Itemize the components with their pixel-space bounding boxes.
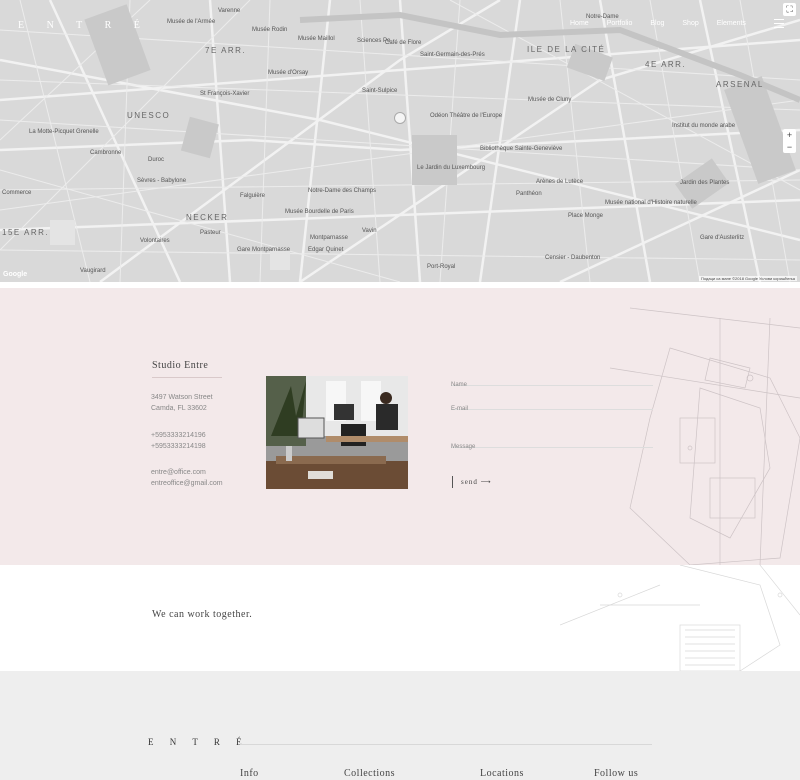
map-attribution[interactable]: Подаци са мапе ©2018 Google Услови кориш… (699, 276, 797, 281)
email-2[interactable]: entreoffice@gmail.com (151, 478, 223, 489)
map-label: Port-Royal (427, 264, 456, 270)
nav-item-blog[interactable]: Blog (650, 20, 664, 27)
map-label: St François-Xavier (200, 91, 250, 97)
google-logo[interactable]: Google (3, 271, 27, 278)
map-label: 4E ARR. (645, 60, 687, 69)
map-label: ARSENAL (716, 80, 764, 89)
map-label: La Motte-Picquet Grenelle (29, 129, 99, 135)
map-label: Vavin (362, 228, 377, 234)
nav-item-portfolio[interactable]: Portfolio (607, 20, 633, 27)
email-block: entre@office.com entreoffice@gmail.com (151, 467, 223, 489)
phone-block: +5953333214196 +5953333214198 (151, 430, 206, 452)
map-label: Café de Flore (385, 40, 422, 46)
map-label: Vaugirard (80, 268, 106, 274)
zoom-in-button[interactable]: + (783, 129, 796, 141)
message-placeholder: Message (451, 444, 476, 450)
nav-item-elements[interactable]: Elements (717, 20, 746, 27)
map-label: Sèvres - Babylone (137, 178, 187, 184)
footer-col-locations: Locations (480, 768, 524, 779)
map-label: ILE DE LA CITÉ (527, 45, 606, 54)
address-block: 3497 Watson Street Camda, FL 33602 (151, 392, 213, 414)
map[interactable]: Varenne Musée de l'Armée Musée Rodin Musée … (0, 0, 800, 282)
address-line-2: Camda, FL 33602 (151, 405, 207, 412)
map-label: Place Monge (568, 213, 604, 219)
map-label: Bibliothèque Sainte-Geneviève (480, 146, 563, 152)
map-label: Jardin des Plantes (680, 180, 730, 186)
zoom-out-button[interactable]: − (783, 141, 796, 153)
zoom-control: + − (783, 129, 796, 153)
map-label: Musée d'Orsay (268, 70, 309, 76)
footer-divider (240, 744, 652, 745)
map-label: Cambronne (90, 150, 122, 156)
name-field[interactable]: Name (451, 373, 653, 388)
message-field[interactable]: Message (451, 435, 653, 450)
map-label: 15E ARR. (2, 228, 50, 237)
map-label: Volontaires (140, 238, 170, 244)
email-field[interactable]: E-mail (451, 397, 653, 412)
map-label: Arènes de Lutèce (536, 179, 584, 185)
blueprint-decoration (609, 307, 800, 565)
address-line-1: 3497 Watson Street (151, 394, 213, 401)
fullscreen-button[interactable]: ⛶ (783, 3, 796, 16)
map-label: Edgar Quinet (308, 247, 344, 253)
phone-1[interactable]: +5953333214196 (151, 430, 206, 441)
map-label: Saint-Germain-des-Prés (420, 52, 485, 58)
map-label: Notre-Dame des Champs (308, 188, 377, 194)
map-label: Musée national d'Histoire naturelle (605, 200, 697, 206)
email-1[interactable]: entre@office.com (151, 467, 223, 478)
map-label: Montparnasse (310, 235, 349, 241)
map-label: Duroc (148, 157, 165, 163)
map-label: Musée Rodin (252, 27, 288, 33)
footer: E N T R É Info Collections Locations Fol… (0, 671, 800, 780)
footer-col-follow-us: Follow us (594, 768, 639, 779)
map-label: Odéon Théâtre de l'Europe (430, 113, 503, 119)
map-label: Saint-Sulpice (362, 88, 398, 94)
map-label: Censier - Daubenton (545, 255, 601, 261)
map-label: NECKER (186, 213, 229, 222)
map-label: Panthéon (516, 191, 542, 197)
footer-logo[interactable]: E N T R É (148, 737, 249, 747)
footer-col-info: Info (240, 768, 259, 779)
map-label: Musée de Cluny (528, 97, 572, 103)
map-label: Gare d'Austerlitz (700, 235, 745, 241)
send-button[interactable]: send ⟶ (452, 476, 492, 488)
main-nav: Home Portfolio Blog Shop Elements (570, 20, 764, 27)
phone-2[interactable]: +5953333214198 (151, 441, 206, 452)
hamburger-menu-icon[interactable] (774, 19, 784, 31)
map-label: Falguière (240, 193, 266, 199)
studio-title: Studio Entre (152, 360, 209, 371)
tagline: We can work together. (152, 609, 253, 620)
map-label: Gare Montparnasse (237, 247, 291, 253)
nav-item-shop[interactable]: Shop (682, 20, 698, 27)
site-logo[interactable]: E N T R É (18, 20, 150, 31)
email-placeholder: E-mail (451, 406, 469, 412)
map-label: Commerce (2, 190, 32, 196)
map-label: Le Jardin du Luxembourg (417, 165, 486, 171)
map-label: Varenne (218, 8, 241, 14)
name-placeholder: Name (451, 382, 468, 388)
nav-item-home[interactable]: Home (570, 20, 589, 27)
office-photo (266, 376, 408, 489)
map-label: Musée Bourdelle de Paris (285, 209, 354, 215)
cta-section: We can work together. (0, 565, 800, 671)
title-divider (152, 377, 222, 378)
location-marker-icon[interactable] (394, 112, 406, 124)
map-label: Musée Maillol (298, 36, 335, 42)
map-label: 7E ARR. (205, 46, 247, 55)
blueprint-decoration-lower (560, 565, 800, 671)
map-label: UNESCO (127, 111, 171, 120)
contact-section: Studio Entre 3497 Watson Street Camda, F… (0, 288, 800, 565)
footer-col-collections: Collections (344, 768, 396, 779)
map-label: Institut du monde arabe (672, 123, 736, 129)
map-label: Pasteur (200, 230, 221, 236)
map-label: Musée de l'Armée (167, 19, 216, 25)
